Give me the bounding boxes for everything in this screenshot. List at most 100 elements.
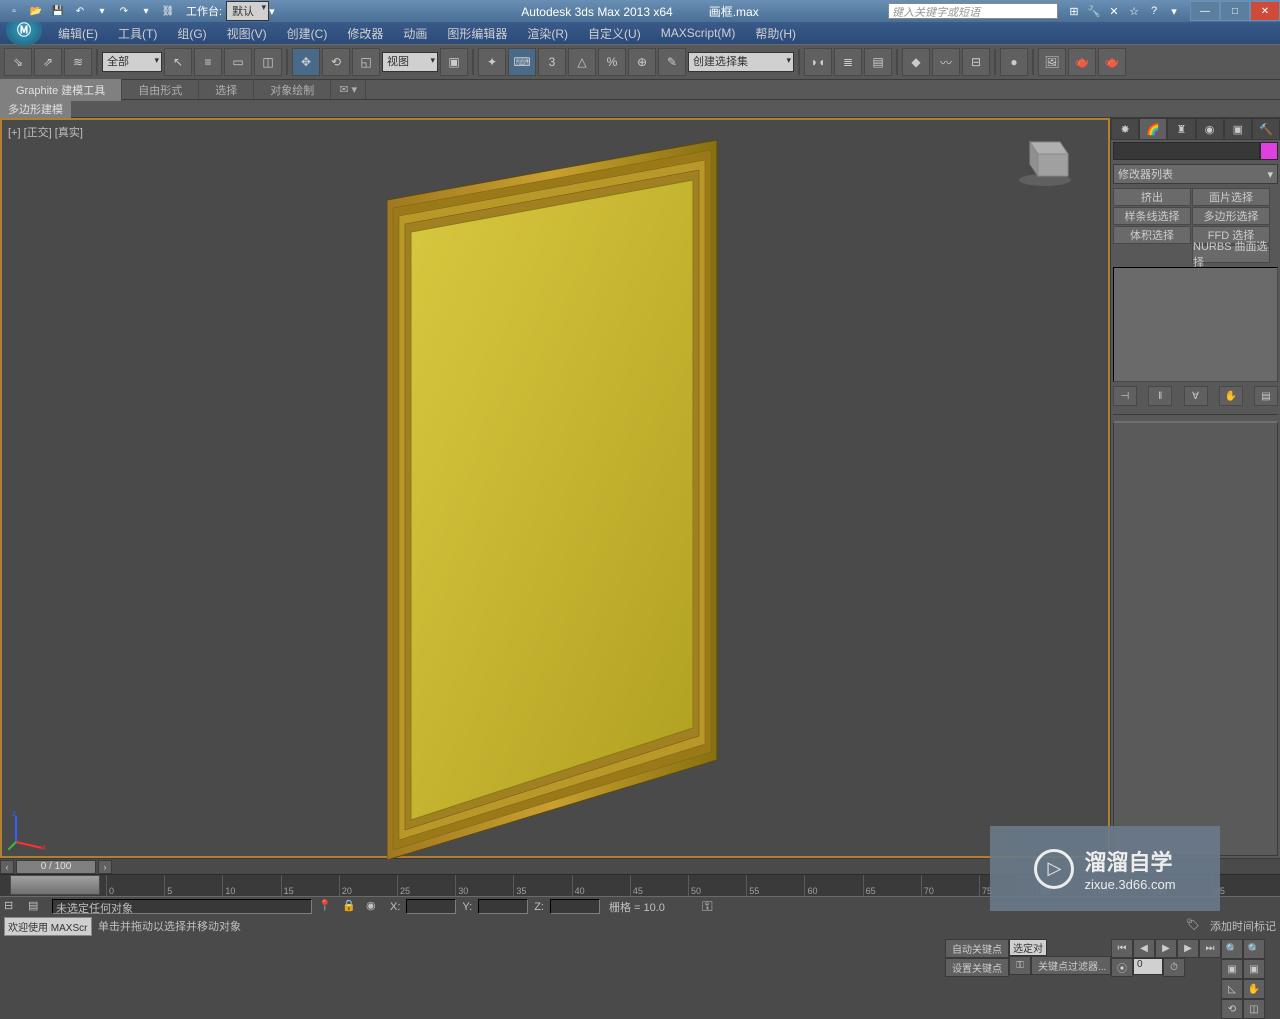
scene-object-frame[interactable] [387, 140, 737, 860]
pin-stack-icon[interactable]: ⊣ [1113, 386, 1137, 406]
ribbon-tab-graphite[interactable]: Graphite 建模工具 [0, 79, 122, 101]
ribbon-sub-polymodeling[interactable]: 多边形建模 [0, 99, 71, 119]
menu-view[interactable]: 视图(V) [217, 22, 277, 45]
ribbon-tab-freeform[interactable]: 自由形式 [122, 79, 199, 101]
modifier-stack[interactable] [1113, 267, 1278, 382]
show-result-icon[interactable]: ‖ [1148, 386, 1172, 406]
snap-toggle-icon[interactable]: 3 [538, 48, 566, 76]
select-link-icon[interactable]: ⇘ [4, 48, 32, 76]
layer-manager-icon[interactable]: ▤ [864, 48, 892, 76]
new-icon[interactable]: ▫ [4, 2, 24, 20]
keyboard-shortcut-icon[interactable]: ⌨ [508, 48, 536, 76]
menu-create[interactable]: 创建(C) [277, 22, 338, 45]
timetag-icon[interactable]: 🏷 [1186, 918, 1204, 934]
bind-space-icon[interactable]: ≋ [64, 48, 92, 76]
curve-editor-icon[interactable]: 〰 [932, 48, 960, 76]
rendered-frame-icon[interactable]: 🫖 [1068, 48, 1096, 76]
percent-snap-icon[interactable]: % [598, 48, 626, 76]
ref-coord-combo[interactable]: 视图 [382, 52, 438, 72]
align-icon[interactable]: ≣ [834, 48, 862, 76]
mod-volsel-button[interactable]: 体积选择 [1113, 226, 1191, 244]
menu-modifiers[interactable]: 修改器 [337, 22, 393, 45]
redo-icon[interactable]: ↷ [114, 2, 134, 20]
configure-sets-icon[interactable]: ▤ [1254, 386, 1278, 406]
zoom-extents-icon[interactable]: ▣ [1221, 959, 1243, 979]
close-button[interactable]: ✕ [1250, 1, 1280, 21]
search-input[interactable]: 键入关键字或短语 [888, 3, 1058, 19]
display-tab-icon[interactable]: ▣ [1224, 118, 1252, 140]
make-unique-icon[interactable]: ∀ [1184, 386, 1208, 406]
maximize-button[interactable]: □ [1220, 1, 1250, 21]
max-toggle-icon[interactable]: ◫ [1243, 999, 1265, 1019]
motion-tab-icon[interactable]: ◉ [1196, 118, 1224, 140]
mod-extrude-button[interactable]: 挤出 [1113, 188, 1191, 206]
addtime-label[interactable]: 添加时间标记 [1210, 918, 1276, 934]
use-center-icon[interactable]: ▣ [440, 48, 468, 76]
edit-named-sel-icon[interactable]: ✎ [658, 48, 686, 76]
current-frame-field[interactable]: 0 [1133, 958, 1163, 975]
undo-icon[interactable]: ↶ [70, 2, 90, 20]
selection-filter-combo[interactable]: 全部 [102, 52, 162, 72]
create-tab-icon[interactable]: ✸ [1111, 118, 1139, 140]
viewcube[interactable] [1014, 126, 1076, 188]
orbit-icon[interactable]: ⟲ [1221, 999, 1243, 1019]
graphite-icon[interactable]: ◆ [902, 48, 930, 76]
open-icon[interactable]: 📂 [26, 2, 46, 20]
menu-edit[interactable]: 编辑(E) [48, 22, 108, 45]
select-rotate-icon[interactable]: ⟲ [322, 48, 350, 76]
viewport[interactable]: [+] [正交] [真实] [0, 118, 1110, 858]
save-icon[interactable]: 💾 [48, 2, 68, 20]
zoom-all-icon[interactable]: 🔍 [1243, 939, 1265, 959]
minimize-button[interactable]: — [1190, 1, 1220, 21]
menu-grapheditors[interactable]: 图形编辑器 [437, 22, 517, 45]
object-name-field[interactable] [1113, 142, 1260, 160]
menu-group[interactable]: 组(G) [167, 22, 216, 45]
object-color-swatch[interactable] [1260, 142, 1278, 160]
lock-icon[interactable]: 🔒 [342, 899, 360, 915]
render-setup-icon[interactable]: 🖼 [1038, 48, 1066, 76]
subscription-icon[interactable]: ⊞ [1064, 2, 1084, 20]
trackbar-range[interactable] [10, 875, 100, 895]
redo-drop-icon[interactable]: ▾ [136, 2, 156, 20]
select-move-icon[interactable]: ✥ [292, 48, 320, 76]
mod-patchsel-button[interactable]: 面片选择 [1192, 188, 1270, 206]
mod-polysel-button[interactable]: 多边形选择 [1192, 207, 1270, 225]
named-sel-combo[interactable]: 创建选择集 [688, 52, 794, 72]
menu-tools[interactable]: 工具(T) [108, 22, 167, 45]
next-frame-icon[interactable]: ▶ [1177, 939, 1199, 958]
autokey-button[interactable]: 自动关键点 [945, 939, 1009, 958]
modifier-list-dropdown[interactable]: 修改器列表▾ [1113, 164, 1278, 184]
exchange-icon[interactable]: ✕ [1104, 2, 1124, 20]
hierarchy-tab-icon[interactable]: ♜ [1167, 118, 1195, 140]
zoom-extents-all-icon[interactable]: ▣ [1243, 959, 1265, 979]
fov-icon[interactable]: ◺ [1221, 979, 1243, 999]
link-icon[interactable]: ⛓ [158, 2, 178, 20]
timeslider-next-icon[interactable]: › [98, 860, 112, 874]
goto-end-icon[interactable]: ⏭ [1199, 939, 1221, 958]
setkey-button[interactable]: 设置关键点 [945, 958, 1009, 977]
viewport-label[interactable]: [+] [正交] [真实] [8, 124, 83, 140]
favorites-icon[interactable]: ☆ [1124, 2, 1144, 20]
window-crossing-icon[interactable]: ◫ [254, 48, 282, 76]
menu-rendering[interactable]: 渲染(R) [517, 22, 578, 45]
spinner-snap-icon[interactable]: ⊕ [628, 48, 656, 76]
ribbon-tab-objectpaint[interactable]: 对象绘制 [254, 79, 331, 101]
welcome-button[interactable]: 欢迎使用 MAXScr [4, 917, 92, 936]
pan-icon[interactable]: ✋ [1243, 979, 1265, 999]
menu-help[interactable]: 帮助(H) [745, 22, 806, 45]
undo-drop-icon[interactable]: ▾ [92, 2, 112, 20]
goto-start-icon[interactable]: ⏮ [1111, 939, 1133, 958]
select-name-icon[interactable]: ≡ [194, 48, 222, 76]
mirror-icon[interactable]: ◗◖ [804, 48, 832, 76]
menu-animation[interactable]: 动画 [393, 22, 437, 45]
schematic-view-icon[interactable]: ⊟ [962, 48, 990, 76]
z-field[interactable] [550, 899, 600, 914]
select-manipulate-icon[interactable]: ✦ [478, 48, 506, 76]
lock-selection-icon[interactable]: 📍 [318, 899, 336, 915]
prev-frame-icon[interactable]: ◀ [1133, 939, 1155, 958]
tools-icon[interactable]: 🔧 [1084, 2, 1104, 20]
render-icon[interactable]: 🫖 [1098, 48, 1126, 76]
ribbon-tab-selection[interactable]: 选择 [199, 79, 254, 101]
remove-mod-icon[interactable]: ✋ [1219, 386, 1243, 406]
menu-maxscript[interactable]: MAXScript(M) [651, 23, 746, 43]
